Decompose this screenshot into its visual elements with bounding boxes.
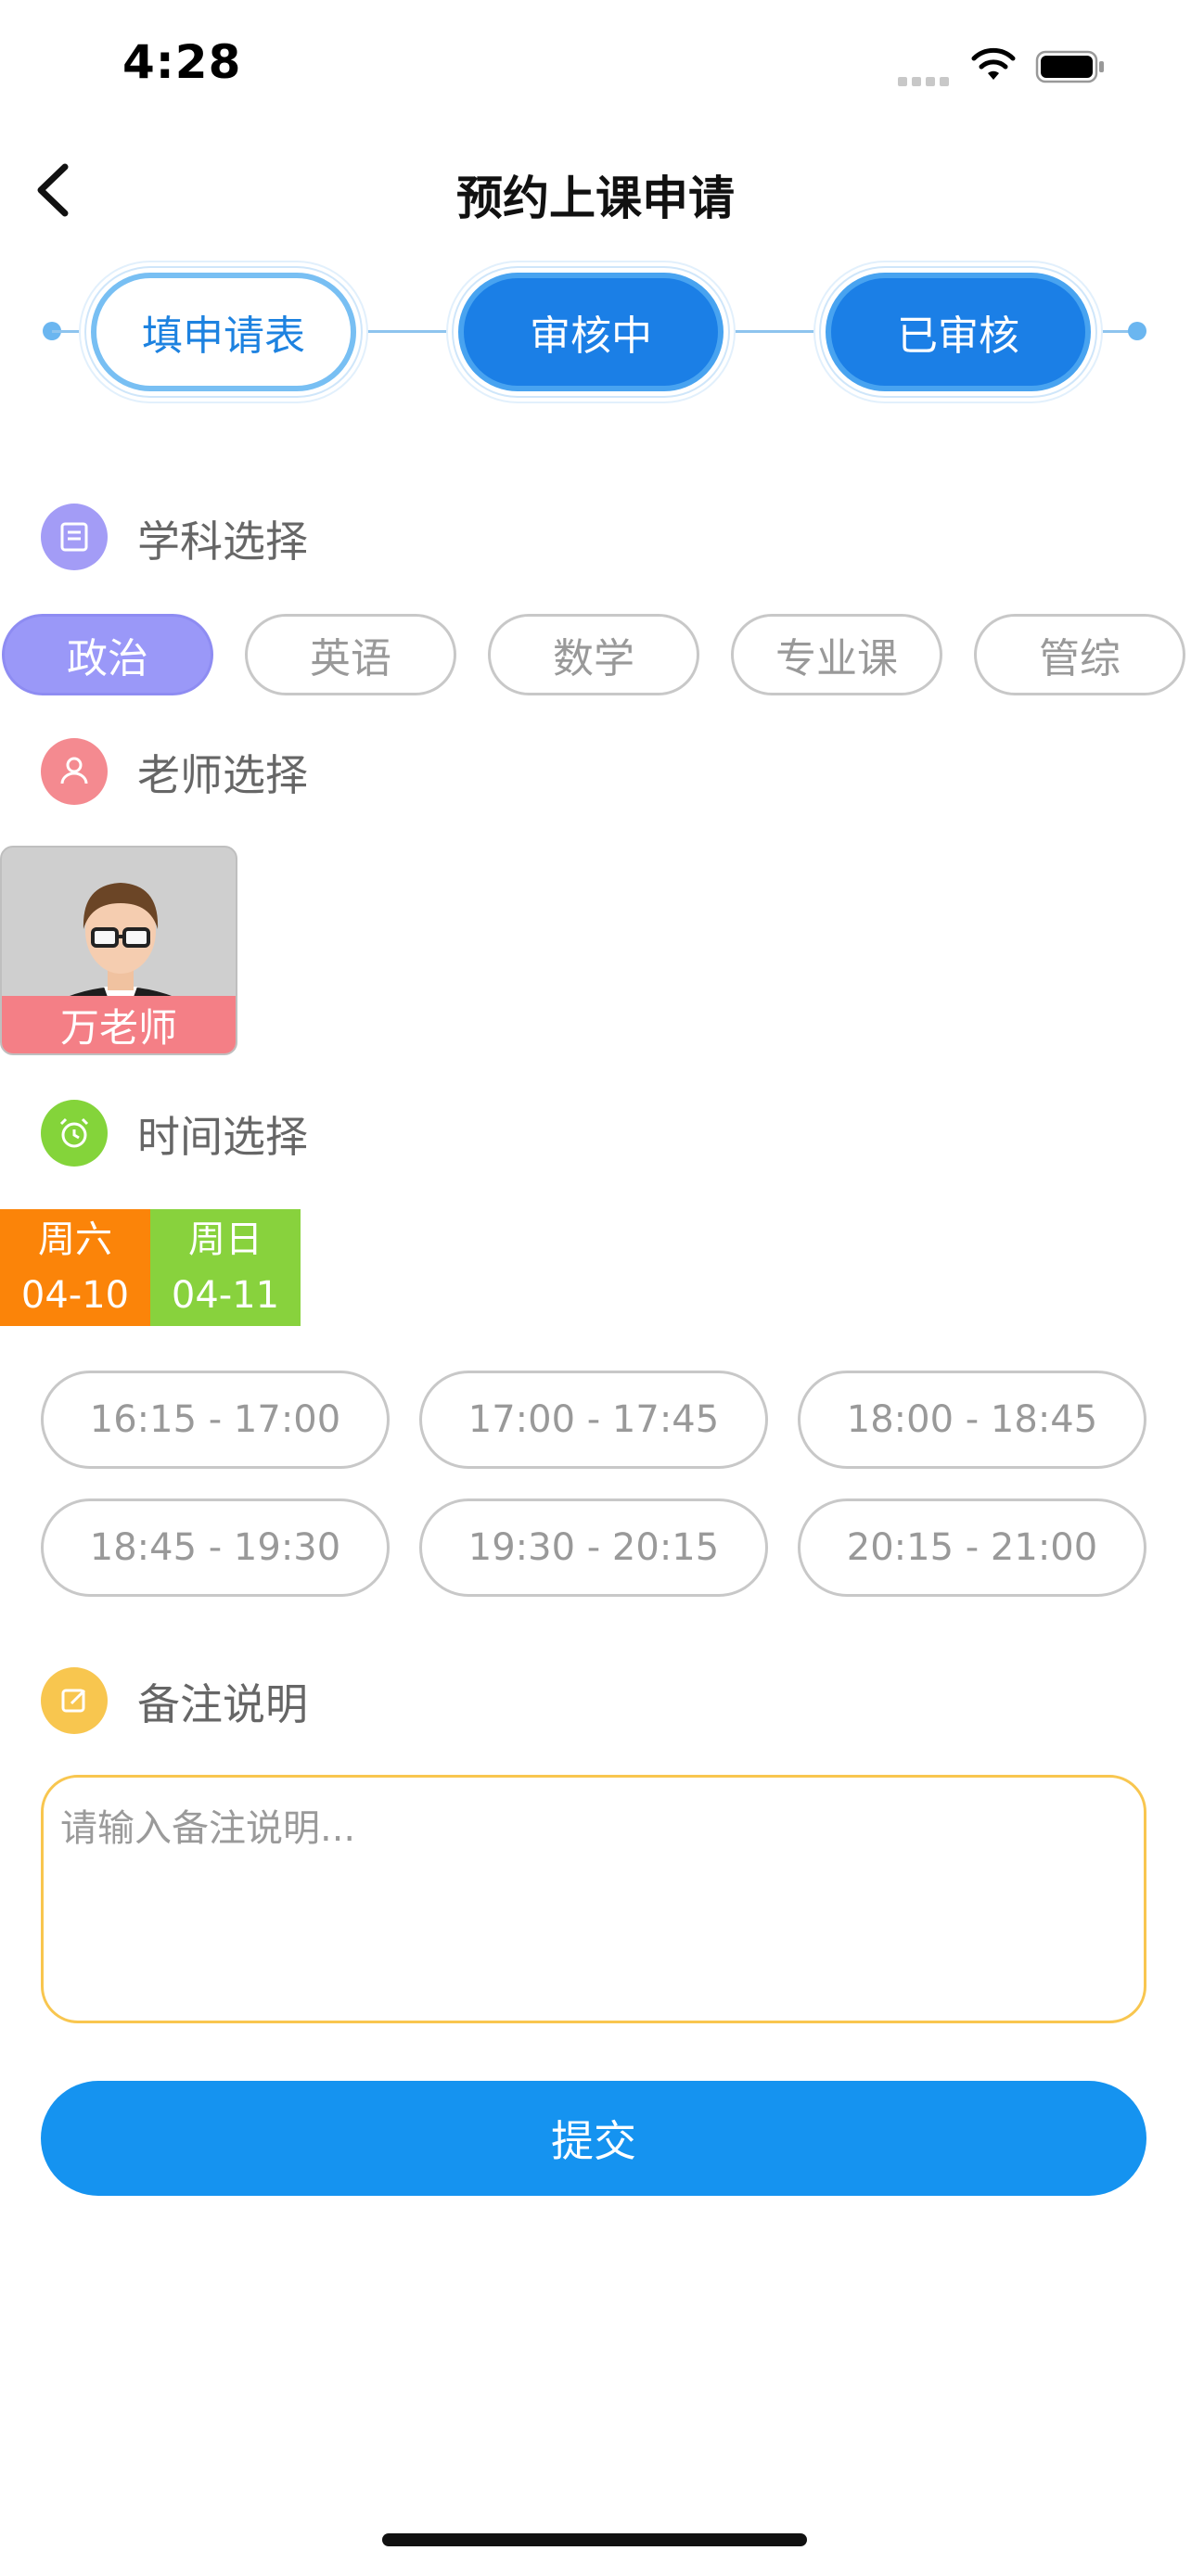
subject-chip-math[interactable]: 数学 [488, 614, 699, 695]
subject-book-icon [41, 504, 108, 570]
step-reviewing: 审核中 [458, 273, 724, 391]
teacher-people-icon [41, 738, 108, 805]
note-input[interactable] [41, 1775, 1146, 2023]
subject-chip-major[interactable]: 专业课 [731, 614, 942, 695]
note-heading: 备注说明 [137, 1679, 308, 1729]
time-slot[interactable]: 17:00 - 17:45 [419, 1371, 768, 1469]
time-slot[interactable]: 16:15 - 17:00 [41, 1371, 390, 1469]
subject-chip-management[interactable]: 管综 [974, 614, 1185, 695]
time-slot[interactable]: 20:15 - 21:00 [798, 1498, 1146, 1597]
home-indicator [382, 2533, 807, 2546]
status-time: 4:28 [122, 35, 242, 89]
day-date: 04-11 [171, 1274, 280, 1317]
teacher-name: 万老师 [2, 996, 236, 1053]
page-title: 预约上课申请 [456, 172, 735, 225]
battery-icon [1035, 50, 1106, 83]
edit-note-icon [41, 1667, 108, 1734]
day-date: 04-10 [20, 1274, 130, 1317]
teacher-heading: 老师选择 [137, 750, 308, 800]
subject-chip-politics[interactable]: 政治 [2, 614, 213, 695]
time-heading: 时间选择 [137, 1112, 308, 1162]
day-weekday: 周日 [188, 1218, 263, 1261]
teacher-card[interactable]: 万老师 [0, 846, 237, 1055]
day-sunday[interactable]: 周日 04-11 [150, 1209, 301, 1326]
subject-heading: 学科选择 [137, 516, 308, 567]
step-fill-form: 填申请表 [91, 273, 356, 391]
time-slot[interactable]: 18:45 - 19:30 [41, 1498, 390, 1597]
day-saturday[interactable]: 周六 04-10 [0, 1209, 150, 1326]
submit-button[interactable]: 提交 [41, 2081, 1146, 2196]
day-weekday: 周六 [38, 1218, 112, 1261]
cellular-signal-icon [898, 72, 954, 86]
subject-chip-english[interactable]: 英语 [245, 614, 456, 695]
wifi-icon [970, 46, 1017, 83]
time-slot[interactable]: 18:00 - 18:45 [798, 1371, 1146, 1469]
alarm-clock-icon [41, 1100, 108, 1167]
time-slot[interactable]: 19:30 - 20:15 [419, 1498, 768, 1597]
step-end-dot [1128, 322, 1146, 340]
step-reviewed: 已审核 [826, 273, 1091, 391]
